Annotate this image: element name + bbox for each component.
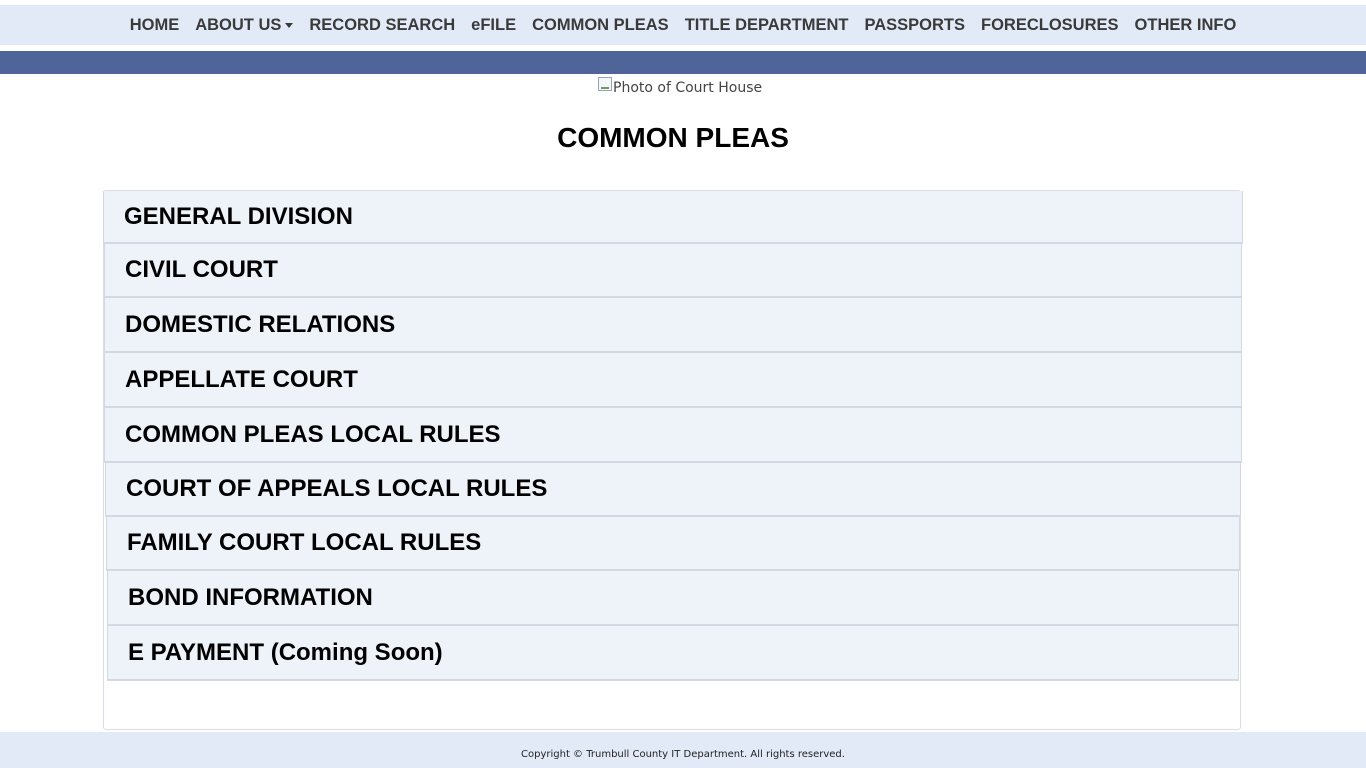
accordion-item-domestic-relations[interactable]: DOMESTIC RELATIONS: [105, 298, 1241, 353]
courthouse-photo-alt-text: Photo of Court House: [613, 80, 763, 96]
accordion-item-label: GENERAL DIVISION: [124, 202, 353, 230]
accordion-item-label: FAMILY COURT LOCAL RULES: [127, 529, 482, 556]
nav-home[interactable]: HOME: [122, 16, 188, 35]
accordion-item-e-payment[interactable]: E PAYMENT (Coming Soon): [108, 626, 1238, 681]
accordion-item-label: COMMON PLEAS LOCAL RULES: [125, 420, 501, 448]
accordion-item-appellate-court[interactable]: APPELLATE COURT: [105, 353, 1241, 408]
accordion-item-label: COURT OF APPEALS LOCAL RULES: [126, 475, 548, 502]
accordion-item-label: APPELLATE COURT: [125, 365, 358, 393]
nav-title-department[interactable]: TITLE DEPARTMENT: [677, 16, 857, 35]
top-navigation: HOME ABOUT US RECORD SEARCH eFILE COMMON…: [0, 5, 1366, 45]
nav-common-pleas[interactable]: COMMON PLEAS: [524, 16, 677, 35]
accordion-item-label: CIVIL COURT: [125, 256, 278, 283]
header-band: [0, 51, 1366, 74]
courthouse-photo: Photo of Court House: [598, 77, 762, 99]
footer-copyright: Copyright © Trumbull County IT Departmen…: [521, 749, 845, 760]
nav-about-us-label: ABOUT US: [195, 15, 282, 34]
broken-image-icon: [598, 77, 612, 91]
nav-efile[interactable]: eFILE: [463, 16, 524, 35]
accordion-item-label: BOND INFORMATION: [128, 583, 373, 611]
accordion-item-label: E PAYMENT (Coming Soon): [128, 638, 443, 666]
accordion-item-general-division[interactable]: GENERAL DIVISION: [104, 191, 1242, 244]
accordion-item-label: DOMESTIC RELATIONS: [125, 310, 396, 338]
footer: Copyright © Trumbull County IT Departmen…: [0, 732, 1366, 768]
accordion-item-family-court-local-rules[interactable]: FAMILY COURT LOCAL RULES: [107, 517, 1239, 571]
nav-other-info[interactable]: OTHER INFO: [1127, 16, 1245, 35]
page-title: COMMON PLEAS: [557, 122, 789, 153]
caret-down-icon: [285, 22, 294, 28]
accordion-item-court-of-appeals-local-rules[interactable]: COURT OF APPEALS LOCAL RULES: [106, 463, 1240, 517]
nav-foreclosures[interactable]: FORECLOSURES: [973, 16, 1127, 35]
accordion-item-bond-information[interactable]: BOND INFORMATION: [108, 571, 1238, 626]
nav-about-us[interactable]: ABOUT US: [187, 16, 301, 35]
nav-passports[interactable]: PASSPORTS: [856, 16, 973, 35]
accordion-item-civil-court[interactable]: CIVIL COURT: [105, 244, 1241, 298]
accordion-item-common-pleas-local-rules[interactable]: COMMON PLEAS LOCAL RULES: [105, 408, 1241, 463]
nav-record-search[interactable]: RECORD SEARCH: [301, 16, 463, 35]
